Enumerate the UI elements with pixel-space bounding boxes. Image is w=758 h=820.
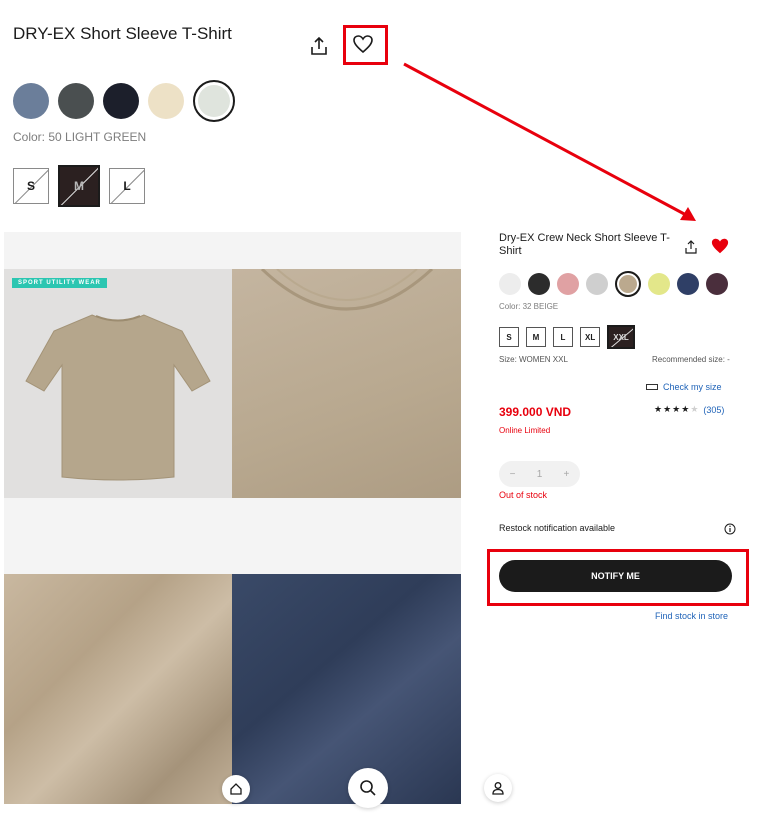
ruler-icon bbox=[646, 384, 658, 390]
rating: ★★★★★ (305) bbox=[654, 404, 724, 415]
check-my-size-label: Check my size bbox=[663, 382, 722, 392]
size-list: SML bbox=[13, 165, 145, 207]
info-icon[interactable] bbox=[724, 523, 736, 535]
home-button[interactable] bbox=[222, 775, 250, 803]
color-swatch-2[interactable] bbox=[58, 83, 94, 119]
size-option-label: L bbox=[123, 179, 131, 193]
star-icon: ★ bbox=[690, 404, 700, 414]
star-icon: ★ bbox=[654, 404, 664, 414]
out-of-stock-label: Out of stock bbox=[499, 490, 548, 500]
tshirt-image bbox=[25, 314, 211, 481]
mini-color-swatch-6[interactable] bbox=[648, 273, 670, 295]
quantity-value: 1 bbox=[536, 468, 543, 480]
heart-filled-icon[interactable] bbox=[710, 237, 730, 255]
restock-notification-label: Restock notification available bbox=[499, 523, 616, 533]
mini-size-option-s[interactable]: S bbox=[499, 327, 519, 347]
mini-color-swatch-3[interactable] bbox=[557, 273, 579, 295]
share-icon[interactable] bbox=[684, 240, 698, 254]
product-title: DRY-EX Short Sleeve T-Shirt bbox=[13, 24, 232, 43]
heart-outline-icon[interactable] bbox=[352, 34, 374, 54]
size-option-label: M bbox=[74, 179, 84, 193]
mini-size-option-label: XL bbox=[585, 332, 596, 342]
home-icon bbox=[230, 783, 242, 795]
product-photo-fabric-beige[interactable] bbox=[4, 574, 232, 804]
notify-me-button[interactable]: NOTIFY ME bbox=[499, 560, 732, 592]
mini-color-swatch-2[interactable] bbox=[528, 273, 550, 295]
user-icon bbox=[492, 782, 504, 795]
color-swatch-list bbox=[13, 80, 235, 122]
size-option-m[interactable]: M bbox=[58, 165, 100, 207]
mini-size-option-label: L bbox=[560, 332, 566, 342]
size-option-s[interactable]: S bbox=[13, 168, 49, 204]
star-icon: ★ bbox=[681, 404, 691, 414]
price: 399.000 VND bbox=[499, 405, 572, 419]
search-button[interactable] bbox=[348, 768, 388, 808]
mini-size-option-xl[interactable]: XL bbox=[580, 327, 601, 347]
quantity-stepper: − 1 + bbox=[499, 461, 580, 487]
color-swatch-4[interactable] bbox=[148, 83, 184, 119]
color-swatch-5[interactable] bbox=[193, 80, 235, 122]
mini-product-title: Dry-EX Crew Neck Short Sleeve T-Shirt bbox=[499, 232, 670, 257]
mini-size-option-label: M bbox=[532, 332, 540, 342]
mini-color-swatch-4[interactable] bbox=[586, 273, 608, 295]
collar-detail-image bbox=[260, 267, 434, 311]
rating-stars: ★★★★★ bbox=[654, 404, 699, 415]
product-photo-fabric-navy[interactable] bbox=[232, 574, 461, 804]
find-stock-in-store-link[interactable]: Find stock in store bbox=[655, 611, 728, 621]
product-gallery: SPORT UTILITY WEAR bbox=[4, 232, 461, 804]
share-icon[interactable] bbox=[309, 36, 329, 56]
search-icon bbox=[360, 780, 376, 796]
product-photo-front[interactable]: SPORT UTILITY WEAR bbox=[4, 269, 232, 498]
mini-color-swatch-5[interactable] bbox=[615, 271, 641, 297]
mini-size-option-m[interactable]: M bbox=[526, 327, 546, 347]
mini-color-swatch-8[interactable] bbox=[706, 273, 728, 295]
mini-size-label: Size: WOMEN XXL bbox=[499, 355, 568, 364]
sport-utility-tag: SPORT UTILITY WEAR bbox=[12, 278, 107, 288]
check-my-size-link[interactable]: Check my size bbox=[646, 382, 722, 392]
size-option-l[interactable]: L bbox=[109, 168, 145, 204]
quantity-increase-button[interactable]: + bbox=[564, 469, 570, 480]
review-count-link[interactable]: (305) bbox=[703, 405, 724, 415]
mini-size-option-label: S bbox=[506, 332, 512, 342]
star-icon: ★ bbox=[663, 404, 673, 414]
online-limited-label: Online Limited bbox=[499, 426, 551, 435]
quantity-decrease-button[interactable]: − bbox=[510, 469, 516, 480]
star-icon: ★ bbox=[672, 404, 682, 414]
size-option-label: S bbox=[26, 179, 35, 193]
mini-color-label: Color: 32 BEIGE bbox=[499, 302, 559, 311]
color-swatch-3[interactable] bbox=[103, 83, 139, 119]
color-swatch-1[interactable] bbox=[13, 83, 49, 119]
mini-size-option-label: XXL bbox=[613, 332, 629, 342]
mini-size-option-l[interactable]: L bbox=[553, 327, 573, 347]
mini-size-option-xxl[interactable]: XXL bbox=[607, 325, 635, 349]
recommended-size-label: Recommended size: - bbox=[652, 355, 730, 364]
mini-color-swatch-list bbox=[499, 271, 728, 297]
product-photo-back-collar[interactable] bbox=[232, 267, 461, 498]
mini-color-swatch-1[interactable] bbox=[499, 273, 521, 295]
mini-size-list: S M L XL XXL bbox=[499, 325, 635, 349]
mini-color-swatch-7[interactable] bbox=[677, 273, 699, 295]
color-label: Color: 50 LIGHT GREEN bbox=[13, 130, 147, 144]
account-button[interactable] bbox=[484, 774, 512, 802]
